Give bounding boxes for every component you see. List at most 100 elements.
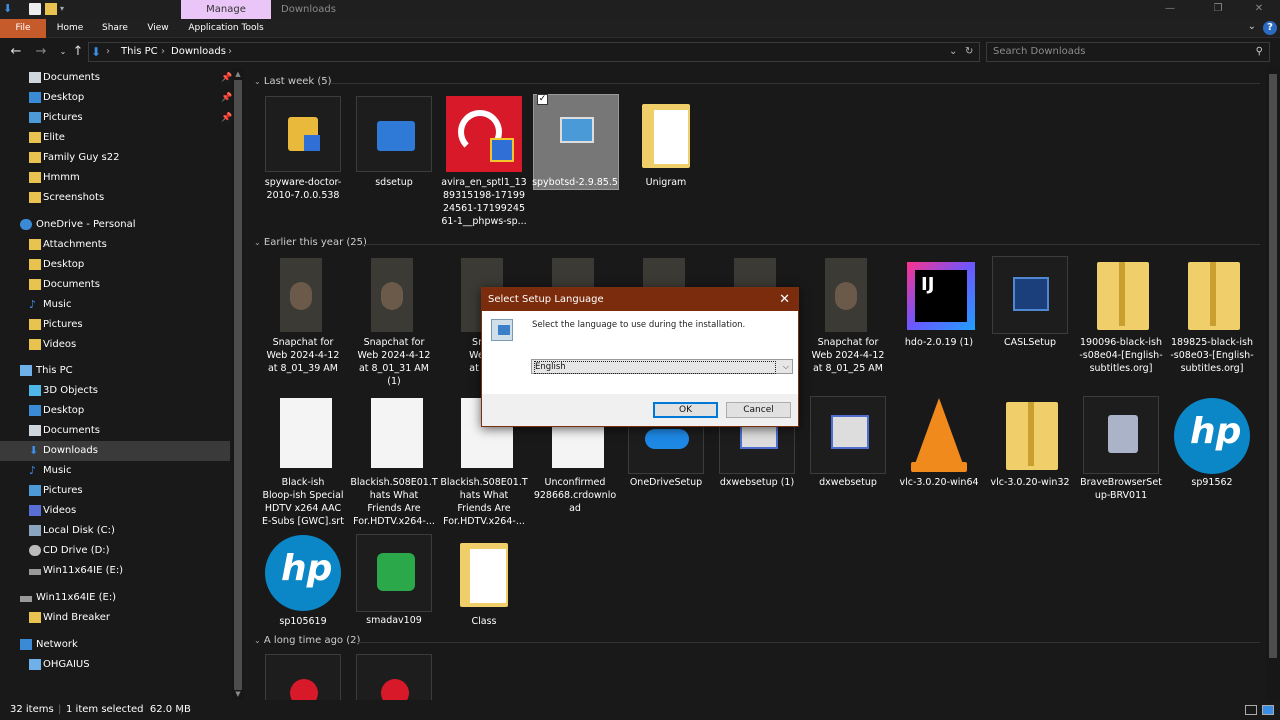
dialog-close-icon[interactable]: ✕ — [779, 288, 790, 311]
properties-icon[interactable] — [29, 3, 41, 15]
breadcrumb-this-pc[interactable]: This PC — [121, 43, 158, 61]
chevron-down-icon[interactable]: ⌄ — [254, 77, 261, 86]
back-arrow-icon[interactable]: ← — [8, 44, 24, 60]
sidebar-item-downloads[interactable]: ⬇ Downloads — [0, 441, 230, 461]
sidebar-item-od-desktop[interactable]: Desktop — [0, 255, 230, 275]
sidebar-item-ohgaius[interactable]: OHGAIUS — [0, 655, 230, 675]
sidebar-item-onedrive[interactable]: OneDrive - Personal — [0, 215, 230, 235]
search-icon[interactable]: ⚲ — [1256, 43, 1263, 61]
crumb-separator-icon[interactable]: › — [228, 43, 232, 61]
sidebar-item-cd-drive[interactable]: CD Drive (D:) — [0, 541, 230, 561]
chevron-down-icon[interactable]: ⌄ — [254, 636, 261, 645]
up-arrow-icon[interactable]: ↑ — [70, 44, 86, 60]
sidebar-item-hmmm[interactable]: Hmmm — [0, 168, 230, 188]
divider — [330, 83, 1260, 84]
sidebar-item-attachments[interactable]: Attachments — [0, 235, 230, 255]
sidebar-item-documents[interactable]: Documents 📌 — [0, 68, 232, 88]
address-bar[interactable]: ⬇ › This PC › Downloads › ⌄ ↻ — [88, 42, 980, 62]
sidebar-item-elite[interactable]: Elite — [0, 128, 230, 148]
cancel-button[interactable]: Cancel — [726, 402, 791, 418]
minimize-icon[interactable]: — — [1163, 3, 1177, 15]
chevron-down-icon[interactable]: ⌵ — [783, 360, 789, 373]
folder-icon — [446, 535, 522, 611]
sidebar-item-screenshots[interactable]: Screenshots — [0, 188, 230, 208]
breadcrumb-downloads[interactable]: Downloads — [171, 43, 226, 61]
new-folder-icon[interactable] — [45, 3, 57, 15]
installer-icon — [356, 96, 432, 172]
folder-icon — [29, 152, 41, 163]
tab-file[interactable]: File — [0, 19, 46, 38]
folder-icon — [29, 239, 41, 250]
sidebar-item-win11-drive[interactable]: Win11x64IE (E:) — [0, 561, 230, 581]
folder-icon — [29, 319, 41, 330]
sidebar-item-network[interactable]: Network — [0, 635, 230, 655]
scroll-down-icon[interactable]: ▼ — [232, 690, 244, 698]
large-icons-view-icon[interactable] — [1262, 705, 1274, 715]
group-header-earlier[interactable]: ⌄ Earlier this year (25) — [254, 237, 367, 248]
navigation-pane: Documents 📌 Desktop 📌 Pictures 📌 Elite F… — [0, 68, 232, 702]
network-icon — [20, 639, 32, 650]
sidebar-item-pictures[interactable]: Pictures 📌 — [0, 108, 232, 128]
tab-manage[interactable]: Manage — [181, 0, 271, 19]
maximize-icon[interactable]: ❐ — [1211, 3, 1225, 15]
chevron-down-icon[interactable]: ⌄ — [254, 238, 261, 247]
forward-arrow-icon[interactable]: → — [33, 44, 49, 60]
address-dropdown-icon[interactable]: ⌄ — [949, 43, 957, 61]
music-icon: ♪ — [29, 298, 37, 311]
sidebar-item-od-videos[interactable]: Videos — [0, 335, 230, 355]
download-arrow-icon[interactable]: ⬇ — [3, 3, 15, 15]
status-divider: | — [180, 704, 184, 715]
content-scroll-thumb[interactable] — [1269, 74, 1277, 658]
close-icon[interactable]: ✕ — [1252, 3, 1266, 15]
details-view-icon[interactable] — [1245, 705, 1257, 715]
search-input[interactable]: Search Downloads ⚲ — [986, 42, 1270, 62]
dialog-body: Select the language to use during the in… — [482, 311, 798, 394]
sidebar-item-this-pc[interactable]: This PC — [0, 361, 230, 381]
expand-ribbon-icon[interactable]: ⌄ — [1248, 21, 1256, 32]
sidebar-item-pc-documents[interactable]: Documents — [0, 421, 230, 441]
scroll-up-icon[interactable]: ▲ — [232, 70, 244, 78]
recent-locations-icon[interactable]: ⌄ — [55, 44, 71, 60]
sidebar-item-family-guy[interactable]: Family Guy s22 — [0, 148, 230, 168]
tab-home[interactable]: Home — [50, 19, 90, 38]
language-select[interactable]: English ⌵ — [531, 359, 793, 374]
sidebar-item-od-pictures[interactable]: Pictures — [0, 315, 230, 335]
document-icon — [371, 398, 423, 468]
tab-application-tools[interactable]: Application Tools — [182, 19, 270, 38]
sidebar-item-pc-pictures[interactable]: Pictures — [0, 481, 230, 501]
help-icon[interactable]: ? — [1263, 21, 1277, 35]
documents-icon — [29, 72, 41, 83]
app-icon — [265, 654, 341, 702]
divider — [358, 642, 1260, 643]
computer-icon — [29, 659, 41, 670]
sidebar-scrollbar[interactable]: ▲ ▼ — [232, 68, 244, 702]
tab-view[interactable]: View — [140, 19, 176, 38]
selection-checkbox[interactable]: ✓ — [537, 94, 548, 105]
customize-toolbar-icon[interactable]: ▾ — [60, 3, 72, 15]
sidebar-item-3d-objects[interactable]: 3D Objects — [0, 381, 230, 401]
sidebar-item-pc-videos[interactable]: Videos — [0, 501, 230, 521]
divider — [362, 244, 1260, 245]
content-scrollbar[interactable] — [1266, 68, 1280, 702]
group-header-last-week[interactable]: ⌄ Last week (5) — [254, 76, 332, 87]
usb-drive-icon — [29, 569, 41, 575]
crumb-separator-icon[interactable]: › — [106, 43, 110, 61]
crumb-separator-icon[interactable]: › — [161, 43, 165, 61]
sidebar-item-local-disk[interactable]: Local Disk (C:) — [0, 521, 230, 541]
item-count: 32 items — [10, 704, 54, 715]
sidebar-item-pc-desktop[interactable]: Desktop — [0, 401, 230, 421]
tab-share[interactable]: Share — [96, 19, 134, 38]
refresh-icon[interactable]: ↻ — [965, 43, 973, 61]
sidebar-item-desktop[interactable]: Desktop 📌 — [0, 88, 232, 108]
sidebar-item-drive-e[interactable]: Win11x64IE (E:) — [0, 588, 230, 608]
group-header-long-ago[interactable]: ⌄ A long time ago (2) — [254, 635, 360, 646]
desktop-icon — [29, 405, 41, 416]
image-thumbnail — [280, 258, 322, 332]
sidebar-item-pc-music[interactable]: ♪ Music — [0, 461, 230, 481]
folder-icon — [29, 192, 41, 203]
sidebar-item-wind-breaker[interactable]: Wind Breaker — [0, 608, 230, 628]
ok-button[interactable]: OK — [653, 402, 718, 418]
sidebar-item-od-music[interactable]: ♪ Music — [0, 295, 230, 315]
sidebar-scroll-thumb[interactable] — [234, 80, 242, 690]
sidebar-item-od-documents[interactable]: Documents — [0, 275, 230, 295]
